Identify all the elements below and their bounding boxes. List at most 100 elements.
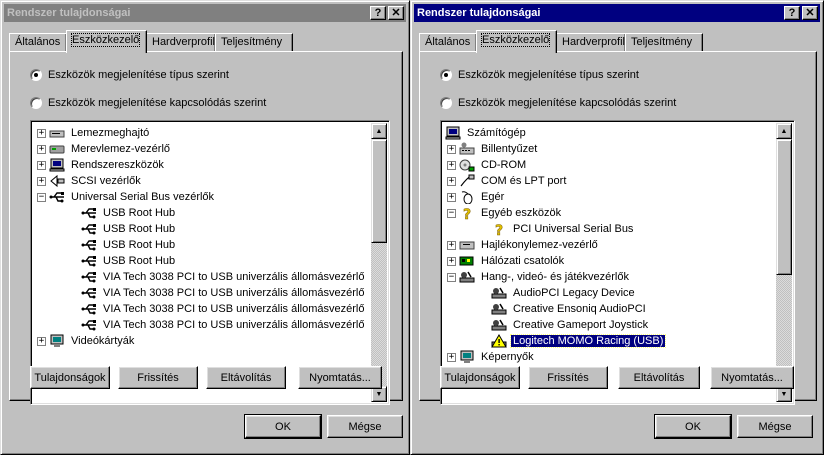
expand-icon[interactable]: + <box>447 352 456 362</box>
tree-item[interactable]: USB Root Hub <box>69 205 177 221</box>
cancel-button[interactable]: Mégse <box>737 415 813 438</box>
tree-item[interactable]: −? Egyéb eszközök <box>447 205 563 221</box>
tab-performance[interactable]: Teljesítmény <box>215 33 293 52</box>
tree-item-label: SCSI vezérlők <box>71 175 141 187</box>
tree-item[interactable]: + Egér <box>447 189 506 205</box>
radio-view-by-type[interactable]: Eszközök megjelenítése típus szerint <box>30 69 229 81</box>
help-button[interactable]: ? <box>370 6 386 20</box>
expand-icon[interactable]: + <box>37 336 46 346</box>
expand-icon[interactable]: + <box>37 176 46 186</box>
tree-item[interactable]: + SCSI vezérlők <box>37 173 143 189</box>
tree-item-label: COM és LPT port <box>481 175 567 187</box>
tree-item[interactable]: VIA Tech 3038 PCI to USB univerzális áll… <box>69 285 366 301</box>
tree-item[interactable]: Creative Gameport Joystick <box>479 317 650 333</box>
expand-icon[interactable]: + <box>37 160 46 170</box>
expand-icon[interactable]: + <box>447 160 456 170</box>
collapse-icon[interactable]: − <box>447 272 456 282</box>
device-tree[interactable]: Számítógép + Billentyűzet + CD-ROM + COM és LP… <box>440 120 795 405</box>
remove-button[interactable]: Eltávolítás <box>618 366 700 389</box>
expand-icon[interactable]: + <box>447 192 456 202</box>
tree-item[interactable]: + Videókártyák <box>37 333 136 349</box>
refresh-button[interactable]: Frissítés <box>118 366 198 389</box>
sound-icon <box>491 303 507 315</box>
tab-device-manager[interactable]: Eszközkezelő <box>476 30 557 53</box>
ok-button[interactable]: OK <box>244 414 322 439</box>
tree-item[interactable]: + Lemezmeghajtó <box>37 125 151 141</box>
tab-general[interactable]: Általános <box>9 33 67 52</box>
tab-general[interactable]: Általános <box>419 33 477 52</box>
tree-item[interactable]: + Merevlemez-vezérlő <box>37 141 172 157</box>
tree-item[interactable]: Logitech MOMO Racing (USB) <box>479 333 667 349</box>
close-button[interactable]: ✕ <box>388 6 404 20</box>
tree-item-label: Hálózati csatolók <box>481 255 565 267</box>
question-icon: ? <box>495 223 504 236</box>
radio-button[interactable] <box>440 97 452 109</box>
sound-icon <box>459 271 475 283</box>
tree-item[interactable]: + CD-ROM <box>447 157 528 173</box>
radio-view-by-connection[interactable]: Eszközök megjelenítése kapcsolódás szeri… <box>440 97 676 109</box>
properties-button[interactable]: Tulajdonságok <box>440 366 520 389</box>
scroll-thumb[interactable] <box>776 139 792 275</box>
device-tree-rows: Számítógép + Billentyűzet + CD-ROM + COM és LP… <box>443 123 778 402</box>
tree-item[interactable]: VIA Tech 3038 PCI to USB univerzális áll… <box>69 269 366 285</box>
tree-item[interactable]: − Hang-, videó- és játékvezérlők <box>447 269 631 285</box>
tree-item[interactable]: + Képernyők <box>447 349 536 365</box>
tab-hardware-profiles[interactable]: Hardverprofil <box>146 33 216 52</box>
close-button[interactable]: ✕ <box>802 6 818 20</box>
tree-item[interactable]: USB Root Hub <box>69 221 177 237</box>
tree-item[interactable]: AudioPCI Legacy Device <box>479 285 637 301</box>
scsi-icon <box>50 174 65 188</box>
help-button[interactable]: ? <box>784 6 800 20</box>
expand-icon[interactable]: + <box>447 144 456 154</box>
tree-item[interactable]: VIA Tech 3038 PCI to USB univerzális áll… <box>69 301 366 317</box>
tree-item-label: USB Root Hub <box>103 207 176 219</box>
tree-item[interactable]: USB Root Hub <box>69 237 177 253</box>
radio-label: Eszközök megjelenítése kapcsolódás szeri… <box>458 97 677 109</box>
scroll-up-button[interactable]: ▲ <box>371 123 387 139</box>
radio-button[interactable] <box>30 97 42 109</box>
print-button[interactable]: Nyomtatás... <box>710 366 794 389</box>
ok-button[interactable]: OK <box>654 414 732 439</box>
collapse-icon[interactable]: − <box>37 192 46 202</box>
tree-item[interactable]: USB Root Hub <box>69 253 177 269</box>
vertical-scrollbar[interactable]: ▲ ▼ <box>776 123 792 402</box>
properties-button[interactable]: Tulajdonságok <box>30 366 110 389</box>
collapse-icon[interactable]: − <box>447 208 456 218</box>
expand-icon[interactable]: + <box>447 176 456 186</box>
tree-item[interactable]: + Rendszereszközök <box>37 157 166 173</box>
tree-item[interactable]: + Billentyűzet <box>447 141 539 157</box>
scroll-up-button[interactable]: ▲ <box>776 123 792 139</box>
radio-button-selected[interactable] <box>30 69 42 81</box>
radio-view-by-connection[interactable]: Eszközök megjelenítése kapcsolódás szeri… <box>30 97 266 109</box>
vertical-scrollbar[interactable]: ▲ ▼ <box>371 123 387 402</box>
expand-icon[interactable]: + <box>447 256 456 266</box>
tree-item-label: VIA Tech 3038 PCI to USB univerzális áll… <box>103 303 365 315</box>
expand-icon[interactable]: + <box>37 144 46 154</box>
title-bar[interactable]: Rendszer tulajdonságai ? ✕ <box>4 4 406 22</box>
print-button[interactable]: Nyomtatás... <box>298 366 382 389</box>
tree-item[interactable]: ? PCI Universal Serial Bus <box>479 221 635 237</box>
tree-item[interactable]: + Hajlékonylemez-vezérlő <box>447 237 600 253</box>
expand-icon[interactable]: + <box>447 240 456 250</box>
tree-item[interactable]: VIA Tech 3038 PCI to USB univerzális áll… <box>69 317 366 333</box>
tree-item[interactable]: Számítógép <box>445 125 528 141</box>
radio-view-by-type[interactable]: Eszközök megjelenítése típus szerint <box>440 69 639 81</box>
expand-icon[interactable]: + <box>37 128 46 138</box>
device-tree[interactable]: + Lemezmeghajtó + Merevlemez-vezérlő + Rendsz… <box>30 120 390 405</box>
monitor-icon <box>460 350 474 363</box>
tree-item[interactable]: + COM és LPT port <box>447 173 568 189</box>
refresh-button[interactable]: Frissítés <box>528 366 608 389</box>
title-bar[interactable]: Rendszer tulajdonságai ? ✕ <box>414 4 820 22</box>
tree-item[interactable]: Creative Ensoniq AudioPCI <box>479 301 648 317</box>
tab-performance[interactable]: Teljesítmény <box>625 33 703 52</box>
remove-button[interactable]: Eltávolítás <box>206 366 286 389</box>
cancel-button[interactable]: Mégse <box>327 415 403 438</box>
tree-item-label: Logitech MOMO Racing (USB) <box>509 334 667 348</box>
tab-device-manager[interactable]: Eszközkezelő <box>66 30 147 53</box>
tab-hardware-profiles[interactable]: Hardverprofil <box>556 33 626 52</box>
usb-icon <box>81 304 96 315</box>
scroll-thumb[interactable] <box>371 139 387 243</box>
tree-item[interactable]: − Universal Serial Bus vezérlők <box>37 189 216 205</box>
radio-button-selected[interactable] <box>440 69 452 81</box>
tree-item[interactable]: + Hálózati csatolók <box>447 253 566 269</box>
